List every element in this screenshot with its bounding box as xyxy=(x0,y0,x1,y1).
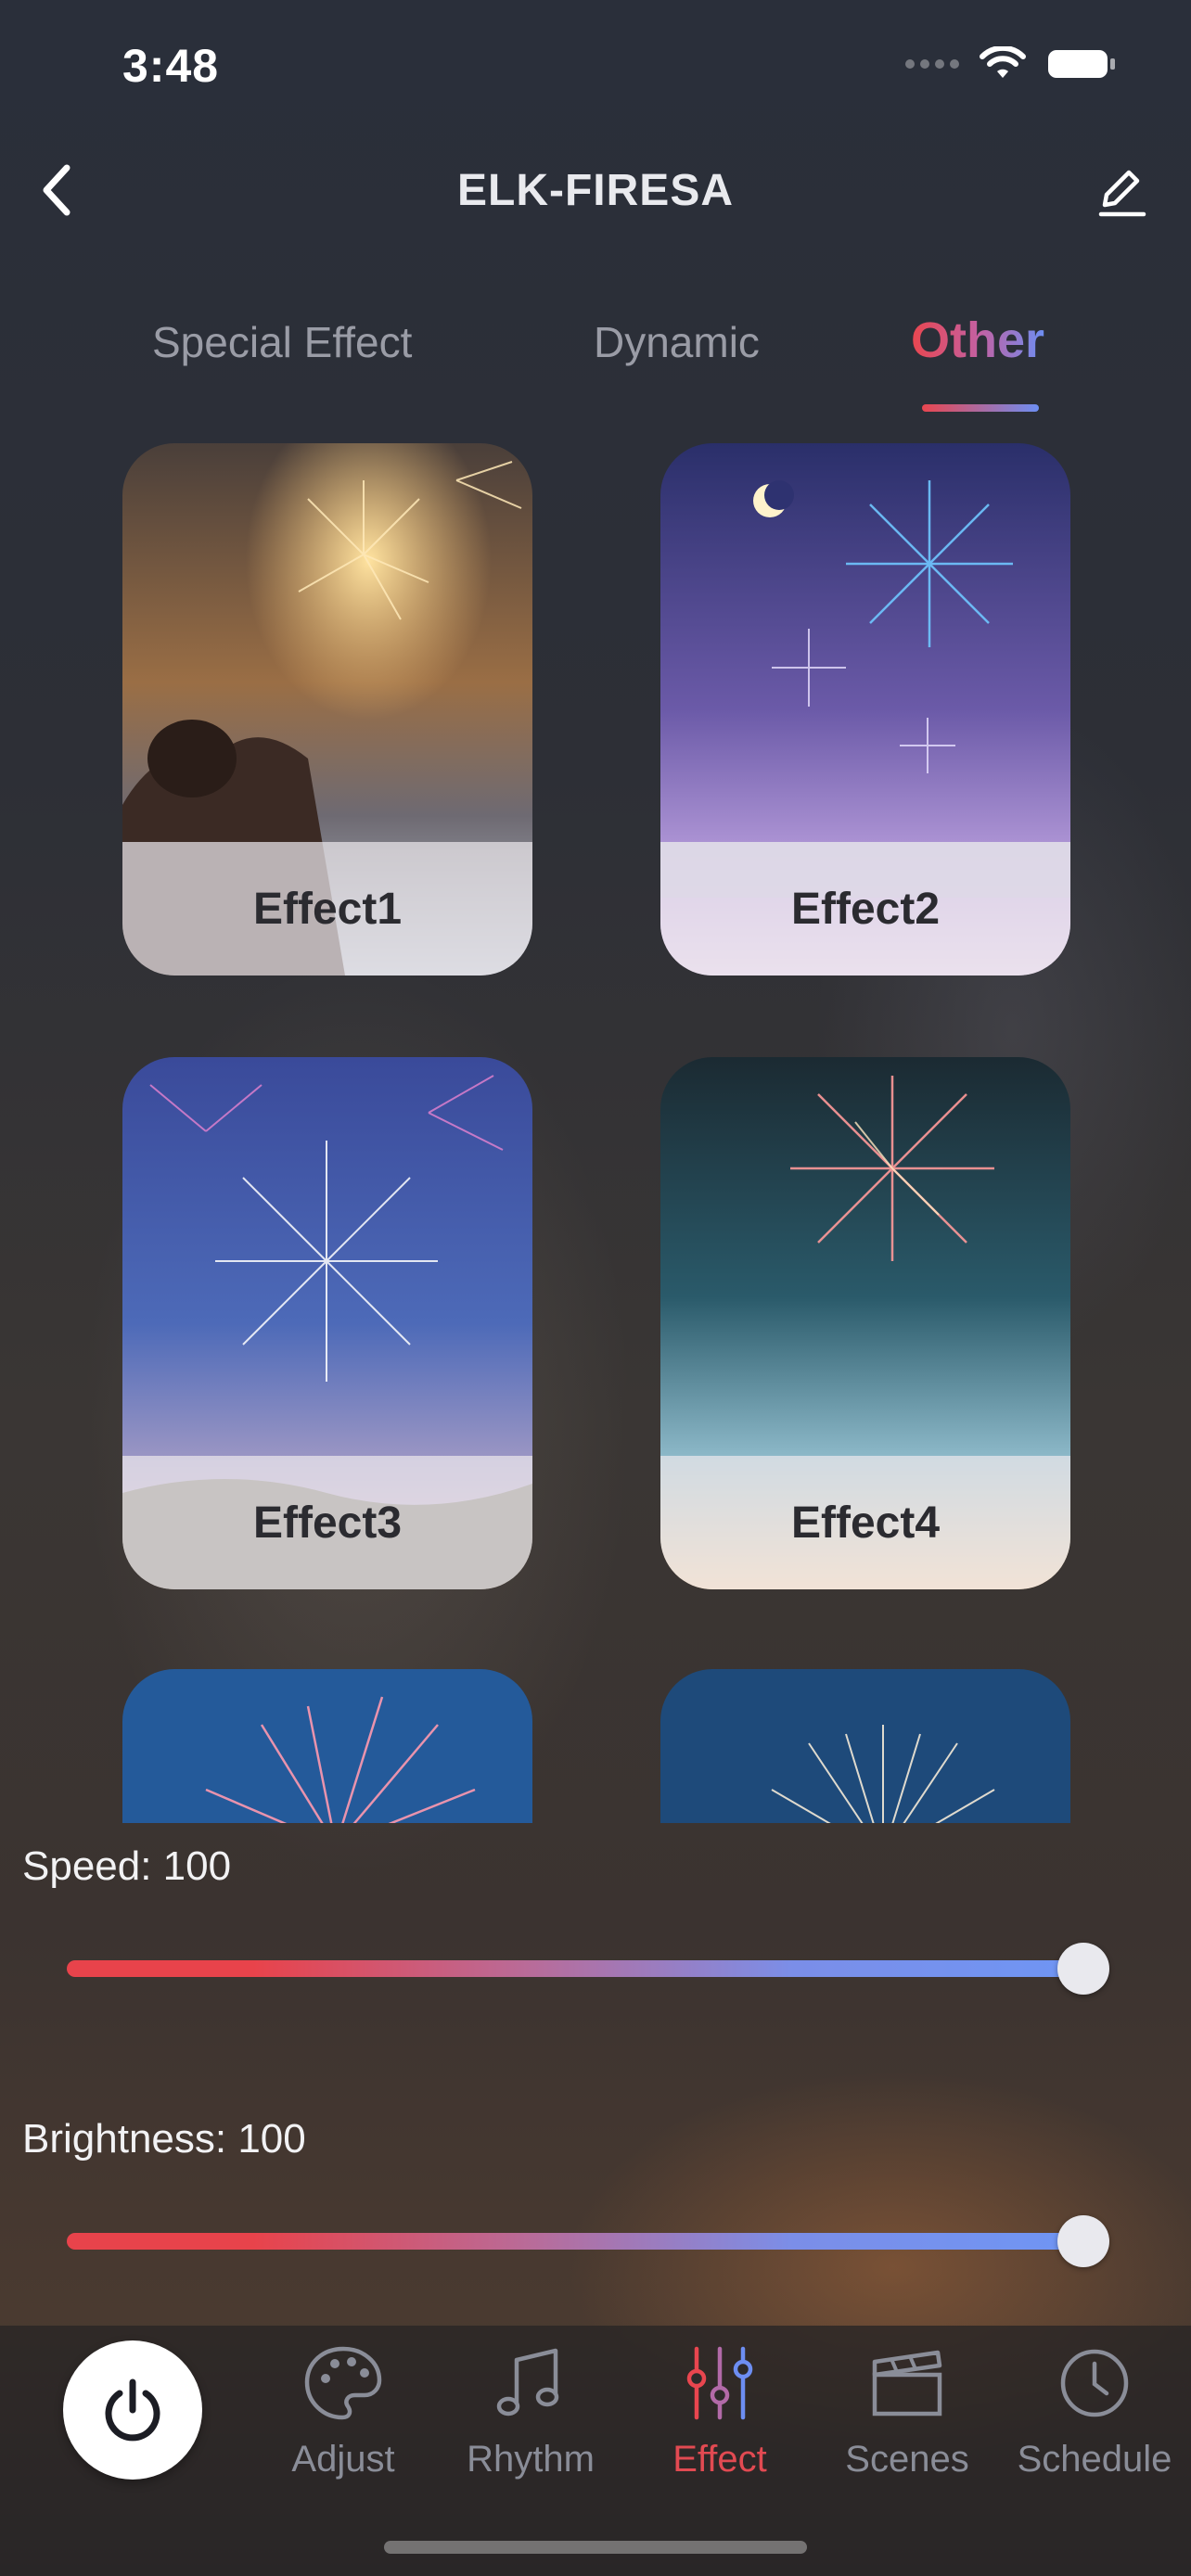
effect-card-label: Effect3 xyxy=(122,1456,532,1589)
effects-grid: Effect1 Effect2 Effect3 Effect4 xyxy=(0,436,1191,1823)
battery-icon xyxy=(1048,50,1115,78)
tab-other[interactable]: Other xyxy=(911,312,1044,369)
power-button[interactable] xyxy=(63,2340,202,2480)
nav-label: Effect xyxy=(672,2439,767,2480)
brightness-slider-thumb[interactable] xyxy=(1057,2215,1109,2267)
nav-label: Rhythm xyxy=(467,2439,595,2480)
nav-effect[interactable]: Effect xyxy=(627,2337,813,2480)
home-indicator xyxy=(384,2541,807,2554)
brightness-slider-track[interactable] xyxy=(67,2233,1104,2250)
status-icons xyxy=(905,46,1117,82)
effect-card-3[interactable]: Effect3 xyxy=(122,1057,532,1589)
speed-label: Speed: 100 xyxy=(22,1843,232,1889)
active-tab-indicator xyxy=(922,404,1039,412)
effect-card-6[interactable] xyxy=(660,1669,1070,1823)
wifi-icon xyxy=(980,46,1026,78)
effect6-image xyxy=(660,1669,1070,1823)
effect5-image xyxy=(122,1669,532,1823)
tab-dynamic[interactable]: Dynamic xyxy=(594,317,760,367)
tab-special-effect[interactable]: Special Effect xyxy=(152,317,412,367)
edit-button[interactable] xyxy=(1089,159,1154,224)
palette-icon xyxy=(304,2346,382,2420)
effect-card-label: Effect1 xyxy=(122,842,532,976)
effect-card-2[interactable]: Effect2 xyxy=(660,443,1070,976)
status-time: 3:48 xyxy=(122,40,220,92)
pencil-icon xyxy=(1098,170,1146,217)
effect-card-5[interactable] xyxy=(122,1669,532,1823)
effect-card-label: Effect4 xyxy=(660,1456,1070,1589)
speed-slider-thumb[interactable] xyxy=(1057,1943,1109,1995)
power-icon xyxy=(105,2378,160,2442)
nav-rhythm[interactable]: Rhythm xyxy=(438,2337,623,2480)
nav-schedule[interactable]: Schedule xyxy=(1002,2337,1187,2480)
effect-card-label: Effect2 xyxy=(660,842,1070,976)
sliders-icon xyxy=(686,2346,753,2420)
speed-slider-track[interactable] xyxy=(67,1960,1104,1977)
brightness-label: Brightness: 100 xyxy=(22,2116,306,2162)
page-title: ELK-FIRESA xyxy=(457,166,734,215)
nav-label: Scenes xyxy=(845,2439,969,2480)
effect-card-1[interactable]: Effect1 xyxy=(122,443,532,976)
nav-scenes[interactable]: Scenes xyxy=(814,2337,1000,2480)
nav-adjust[interactable]: Adjust xyxy=(250,2337,436,2480)
effect-card-4[interactable]: Effect4 xyxy=(660,1057,1070,1589)
clock-icon xyxy=(1060,2349,1129,2417)
music-note-icon xyxy=(496,2348,559,2417)
clapperboard-icon xyxy=(872,2350,942,2417)
nav-label: Schedule xyxy=(1017,2439,1172,2480)
signal-icon xyxy=(905,59,959,69)
nav-label: Adjust xyxy=(291,2439,395,2480)
